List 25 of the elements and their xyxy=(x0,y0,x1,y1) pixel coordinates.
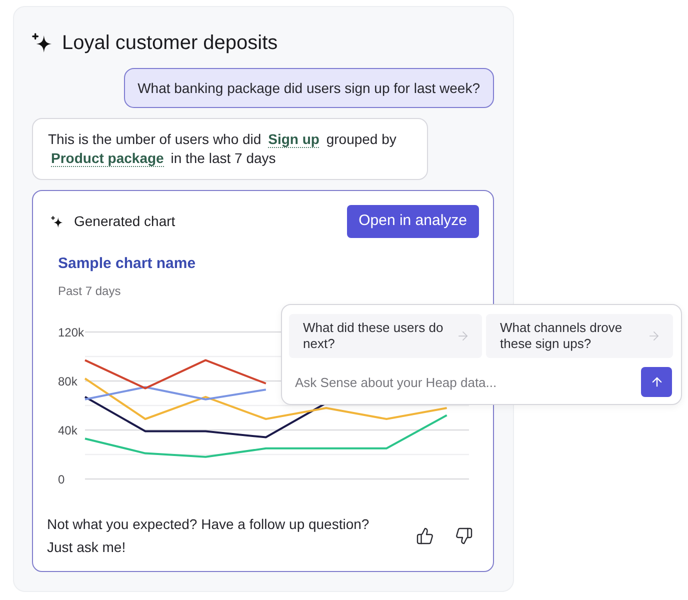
term-link[interactable]: Product package xyxy=(51,150,164,167)
card-heading: Generated chart xyxy=(74,212,176,231)
axis-label: 120k xyxy=(58,326,84,340)
thumbs-down-icon[interactable] xyxy=(455,527,473,545)
assistant-message: This is the umber of users who did Sign up grouped by Product package in the last 7 days xyxy=(32,118,428,180)
suggestion-chip[interactable]: What did these users do next? xyxy=(289,314,482,358)
sparkle-icon xyxy=(32,33,52,53)
input-field[interactable]: Ask Sense about your Heap data... xyxy=(289,367,635,397)
user-message: What banking package did users sign up for last week? xyxy=(124,68,494,108)
axis-label: 0 xyxy=(58,472,65,486)
arrow-right-icon xyxy=(456,329,470,343)
open-in-analyze-button[interactable]: Open in analyze xyxy=(346,205,479,238)
chat-input-panel[interactable]: What did these users do next? What channels drove these sign ups? Ask Sense about your Heap data... xyxy=(281,304,682,405)
feedback-text: Not what you expected? Have a follow up question? Just ask me! xyxy=(47,515,370,557)
chart-title: Sample chart name xyxy=(58,254,196,274)
arrow-right-icon xyxy=(647,329,661,343)
chart-period: Past 7 days xyxy=(58,283,121,299)
axis-label: 40k xyxy=(58,424,78,438)
suggestion-chip[interactable]: What channels drove these sign ups? xyxy=(486,314,673,358)
term-link[interactable]: Sign up xyxy=(268,131,320,148)
sparkle-icon xyxy=(51,216,63,228)
thumbs-up-icon[interactable] xyxy=(416,527,434,545)
axis-label: 80k xyxy=(58,374,78,388)
send-button[interactable] xyxy=(641,367,672,397)
conversation-title: Loyal customer deposits xyxy=(62,31,278,56)
